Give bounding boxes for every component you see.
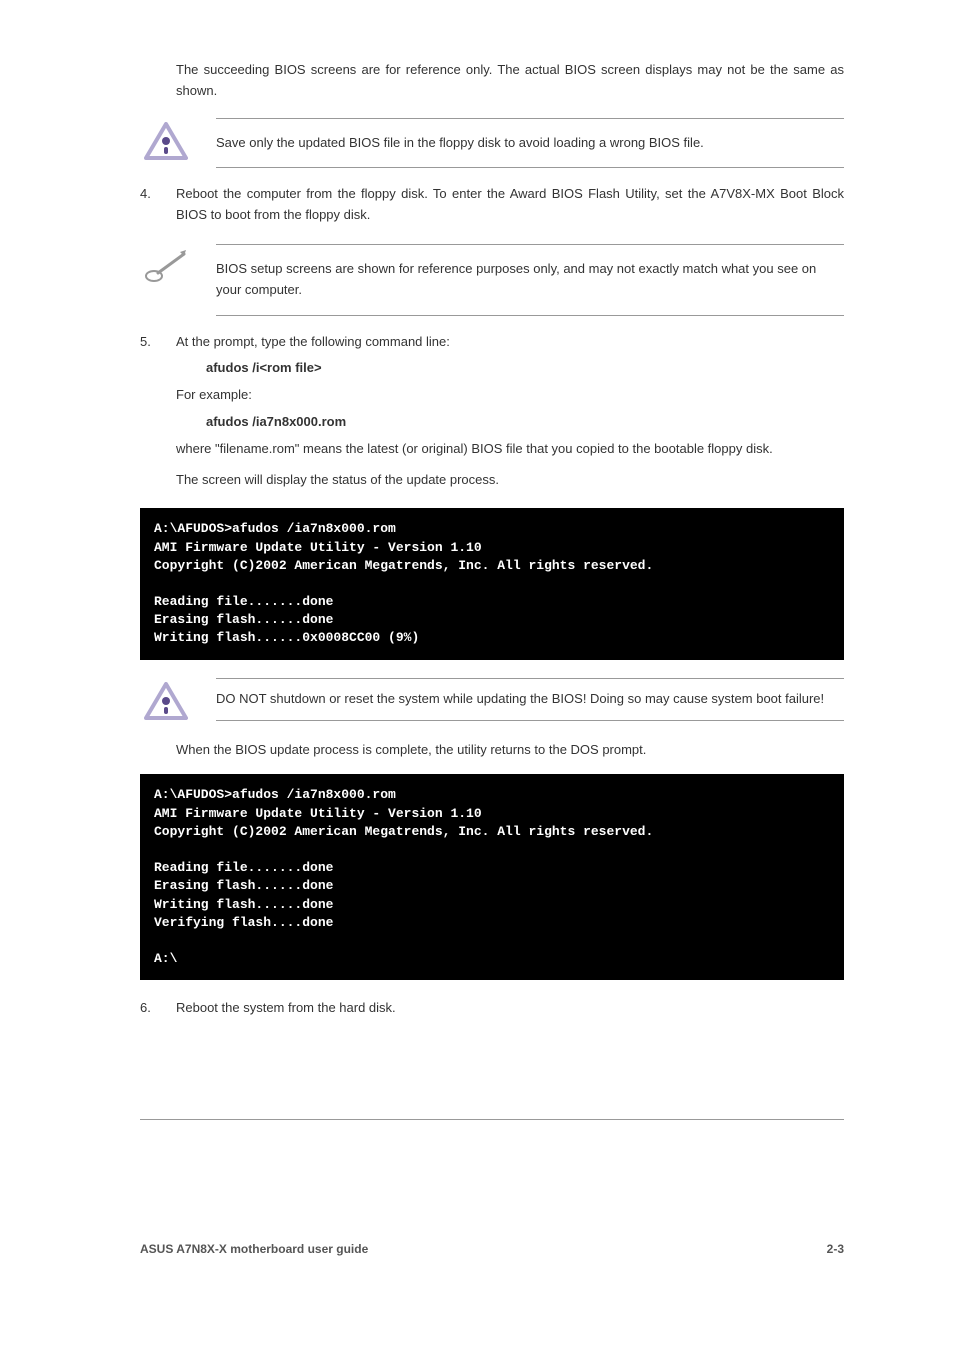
note-text-1: BIOS setup screens are shown for referen… xyxy=(216,244,844,316)
step-5-text: At the prompt, type the following comman… xyxy=(176,332,844,491)
step-5-text-a: At the prompt, type the following comman… xyxy=(176,332,844,353)
terminal-output-1: A:\AFUDOS>afudos /ia7n8x000.rom AMI Firm… xyxy=(140,508,844,659)
step-5-cmd: afudos /i<rom file> xyxy=(206,358,844,379)
step-5-cmd-b: afudos /ia7n8x000.rom xyxy=(206,412,844,433)
caution-text-2: DO NOT shutdown or reset the system whil… xyxy=(216,678,844,721)
terminal-output-2: A:\AFUDOS>afudos /ia7n8x000.rom AMI Firm… xyxy=(140,774,844,980)
step-6-number: 6. xyxy=(140,998,160,1019)
step-4: 4. Reboot the computer from the floppy d… xyxy=(140,184,844,226)
step-5-text-d: The screen will display the status of th… xyxy=(176,470,844,491)
footer-right: 2-3 xyxy=(827,1240,844,1259)
caution-icon xyxy=(140,678,192,722)
caution-text-1: Save only the updated BIOS file in the f… xyxy=(216,118,844,169)
step-5-number: 5. xyxy=(140,332,160,491)
step-6-text: Reboot the system from the hard disk. xyxy=(176,998,844,1019)
step-6: 6. Reboot the system from the hard disk. xyxy=(140,998,844,1019)
footer-rule xyxy=(140,1119,844,1120)
step-4-number: 4. xyxy=(140,184,160,226)
note-callout-1: BIOS setup screens are shown for referen… xyxy=(140,244,844,316)
caution-callout-2: DO NOT shutdown or reset the system whil… xyxy=(140,678,844,722)
terminal2-intro: When the BIOS update process is complete… xyxy=(176,740,844,761)
caution-callout-1: Save only the updated BIOS file in the f… xyxy=(140,118,844,169)
intro-text: The succeeding BIOS screens are for refe… xyxy=(176,60,844,102)
note-icon xyxy=(140,244,192,284)
caution-icon xyxy=(140,118,192,162)
step-4-text: Reboot the computer from the floppy disk… xyxy=(176,184,844,226)
footer-left: ASUS A7N8X-X motherboard user guide xyxy=(140,1240,368,1259)
step-5: 5. At the prompt, type the following com… xyxy=(140,332,844,491)
step-5-text-b: For example: xyxy=(176,385,844,406)
step-5-text-c: where "filename.rom" means the latest (o… xyxy=(176,439,844,460)
page-footer: ASUS A7N8X-X motherboard user guide 2-3 xyxy=(140,1240,844,1259)
